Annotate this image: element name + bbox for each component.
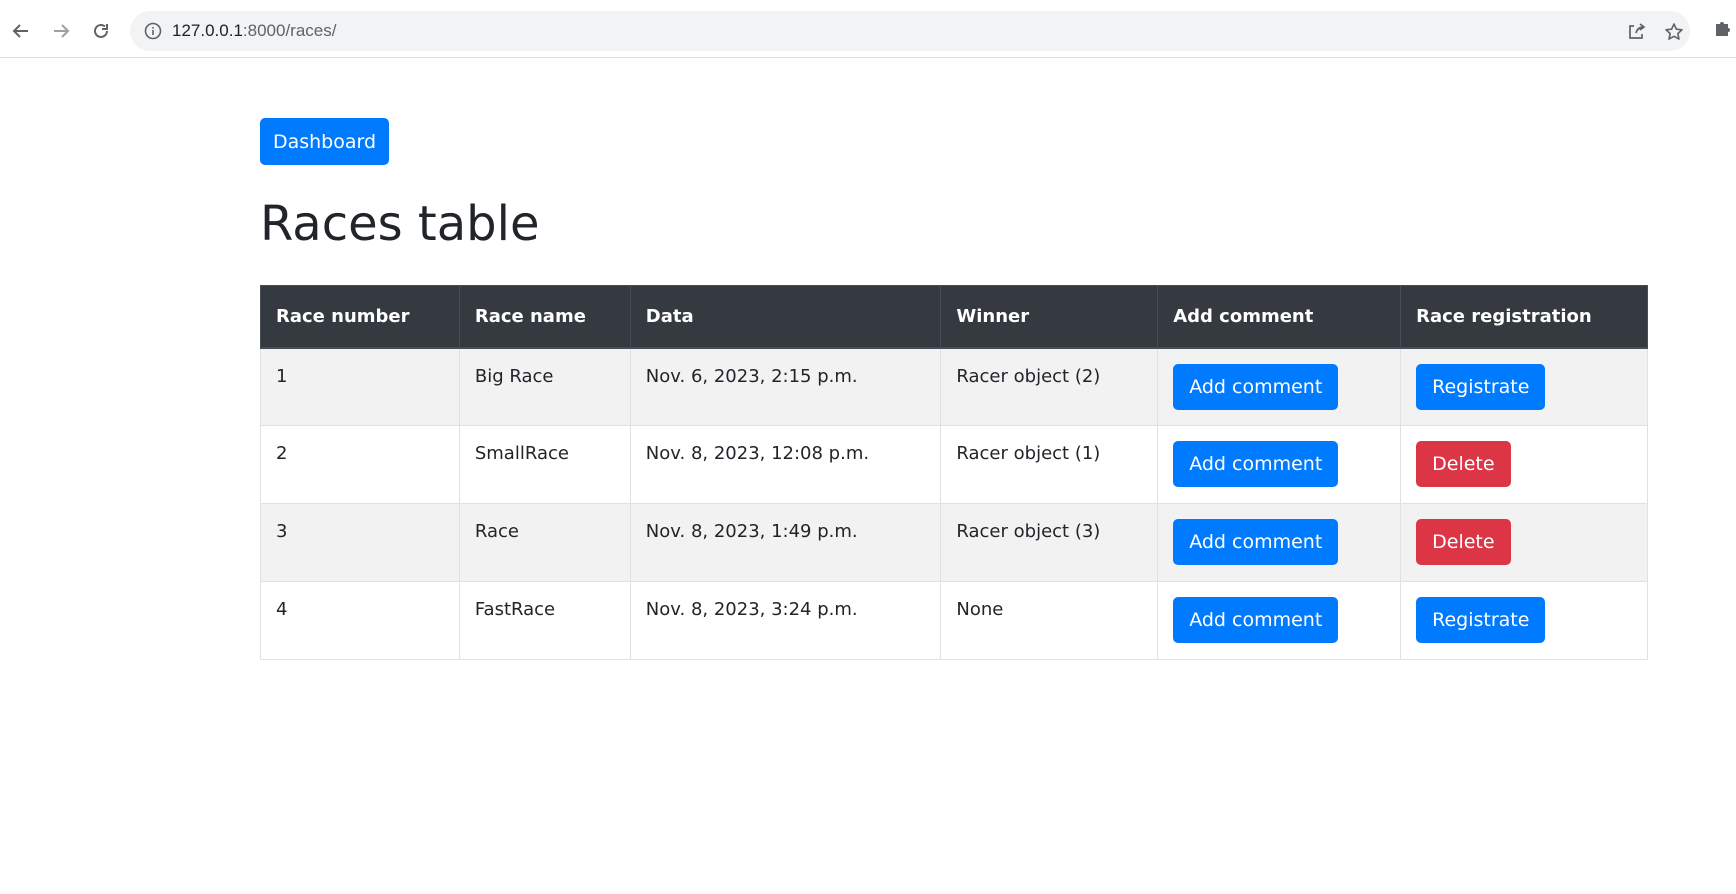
table-row: 4 FastRace Nov. 8, 2023, 3:24 p.m. None … bbox=[260, 581, 1648, 660]
cell-race-name: FastRace bbox=[458, 581, 631, 660]
cell-race-name: Race bbox=[458, 503, 631, 582]
back-button[interactable] bbox=[4, 14, 38, 48]
header-data: Data bbox=[629, 285, 942, 349]
share-icon bbox=[1629, 23, 1646, 39]
cell-winner: None bbox=[940, 581, 1159, 660]
cell-add-comment: Add comment bbox=[1157, 425, 1402, 504]
cell-winner: Racer object (1) bbox=[940, 425, 1159, 504]
info-icon[interactable] bbox=[144, 22, 162, 40]
cell-winner: Racer object (3) bbox=[940, 503, 1159, 582]
delete-button[interactable]: Delete bbox=[1416, 441, 1511, 487]
cell-race-number: 4 bbox=[260, 581, 460, 660]
dashboard-button[interactable]: Dashboard bbox=[260, 118, 389, 165]
cell-race-name: Big Race bbox=[458, 347, 631, 426]
cell-race-registration: Registrate bbox=[1400, 347, 1648, 426]
star-icon bbox=[1665, 23, 1683, 40]
back-arrow-icon bbox=[12, 24, 28, 38]
header-race-registration: Race registration bbox=[1400, 285, 1648, 349]
cell-winner: Racer object (2) bbox=[940, 347, 1159, 426]
registrate-button[interactable]: Registrate bbox=[1416, 363, 1546, 410]
table-row: 1 Big Race Nov. 6, 2023, 2:15 p.m. Racer… bbox=[260, 347, 1648, 426]
cell-date: Nov. 6, 2023, 2:15 p.m. bbox=[629, 347, 942, 426]
header-race-number: Race number bbox=[260, 285, 460, 349]
cell-race-number: 2 bbox=[260, 425, 460, 504]
forward-arrow-icon bbox=[54, 24, 70, 38]
url-path: :8000/races/ bbox=[242, 21, 337, 40]
forward-button[interactable] bbox=[44, 14, 78, 48]
url-host: 127.0.0.1 bbox=[172, 21, 243, 40]
add-comment-button[interactable]: Add comment bbox=[1173, 519, 1339, 565]
cell-add-comment: Add comment bbox=[1157, 581, 1402, 660]
add-comment-button[interactable]: Add comment bbox=[1173, 597, 1339, 643]
cell-race-registration: Registrate bbox=[1400, 581, 1648, 660]
add-comment-button[interactable]: Add comment bbox=[1173, 363, 1339, 410]
cell-race-registration: Delete bbox=[1400, 425, 1648, 504]
header-winner: Winner bbox=[940, 285, 1159, 349]
bookmark-button[interactable] bbox=[1661, 19, 1687, 45]
table-row: 2 SmallRace Nov. 8, 2023, 12:08 p.m. Rac… bbox=[260, 425, 1648, 504]
reload-icon bbox=[94, 23, 108, 38]
url-text[interactable]: 127.0.0.1:8000/races/ bbox=[172, 20, 336, 42]
reload-button[interactable] bbox=[84, 14, 118, 48]
delete-button[interactable]: Delete bbox=[1416, 519, 1511, 565]
cell-date: Nov. 8, 2023, 1:49 p.m. bbox=[629, 503, 942, 582]
registrate-button[interactable]: Registrate bbox=[1416, 597, 1546, 643]
extension-puzzle-icon[interactable] bbox=[1713, 17, 1735, 39]
cell-add-comment: Add comment bbox=[1157, 503, 1402, 582]
browser-toolbar: 127.0.0.1:8000/races/ bbox=[0, 0, 1736, 58]
cell-race-number: 1 bbox=[260, 347, 460, 426]
table-header-row: Race number Race name Data Winner Add co… bbox=[260, 285, 1648, 349]
cell-date: Nov. 8, 2023, 3:24 p.m. bbox=[629, 581, 942, 660]
header-add-comment: Add comment bbox=[1157, 285, 1402, 349]
cell-date: Nov. 8, 2023, 12:08 p.m. bbox=[629, 425, 942, 504]
table-row: 3 Race Nov. 8, 2023, 1:49 p.m. Racer obj… bbox=[260, 503, 1648, 582]
cell-race-name: SmallRace bbox=[458, 425, 631, 504]
page-title: Races table bbox=[260, 196, 540, 252]
cell-add-comment: Add comment bbox=[1157, 347, 1402, 426]
cell-race-number: 3 bbox=[260, 503, 460, 582]
header-race-name: Race name bbox=[458, 285, 631, 349]
cell-race-registration: Delete bbox=[1400, 503, 1648, 582]
address-bar[interactable]: 127.0.0.1:8000/races/ bbox=[130, 11, 1690, 51]
races-table: Race number Race name Data Winner Add co… bbox=[260, 285, 1648, 660]
add-comment-button[interactable]: Add comment bbox=[1173, 441, 1339, 487]
share-button[interactable] bbox=[1623, 19, 1649, 45]
